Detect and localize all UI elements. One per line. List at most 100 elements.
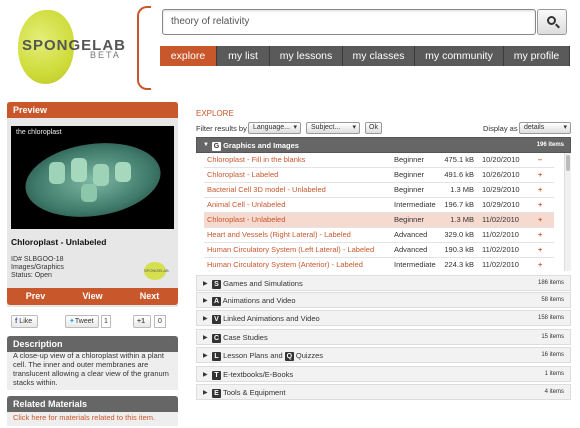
- cell-level: Beginner: [394, 185, 425, 194]
- resource-link[interactable]: Animal Cell - Unlabeled: [207, 198, 285, 212]
- filter-ok-button[interactable]: Ok: [365, 122, 382, 134]
- category-letter-icon: T: [212, 371, 221, 380]
- category-games-simulations[interactable]: ▶ S Games and Simulations 186 items: [196, 275, 571, 291]
- filter-label: Filter results by: [196, 124, 247, 133]
- cell-date: 10/26/2010: [482, 170, 520, 179]
- add-to-list-button[interactable]: –: [538, 153, 542, 167]
- tab-my-classes[interactable]: my classes: [343, 46, 415, 66]
- category-linked-animations[interactable]: ▶ V Linked Animations and Video 158 item…: [196, 310, 571, 326]
- category-animations-video[interactable]: ▶ A Animations and Video 58 items: [196, 292, 571, 308]
- table-row[interactable]: Bacterial Cell 3D model - Unlabeled Begin…: [204, 183, 554, 198]
- scroll-thumb[interactable]: [566, 155, 570, 171]
- table-row[interactable]: Human Circulatory System (Left Lateral) …: [204, 243, 554, 258]
- resource-link[interactable]: Chloroplast - Unlabeled: [207, 213, 285, 227]
- logo-beta-label: BETA: [90, 50, 121, 60]
- search-icon-handle: [555, 23, 560, 29]
- table-row[interactable]: Human Circulatory System (Anterior) - La…: [204, 258, 554, 271]
- category-lesson-plans-quizzes[interactable]: ▶ L Lesson Plans and Q Quizzes 16 items: [196, 347, 571, 363]
- category-title: Tools & Equipment: [222, 388, 286, 397]
- add-to-list-button[interactable]: +: [538, 198, 542, 212]
- preview-pager: Prev View Next: [7, 288, 178, 305]
- add-to-list-button[interactable]: +: [538, 258, 542, 271]
- category-title: E-textbooks/E-Books: [223, 370, 294, 379]
- tweet-count: 1: [101, 315, 111, 328]
- preview-title: Preview: [7, 102, 178, 118]
- related-link[interactable]: Click here for materials related to this…: [13, 413, 155, 422]
- cell-size: 196.7 kB: [444, 200, 474, 209]
- category-letter-icon: Q: [284, 352, 294, 361]
- tweet-label: Tweet: [74, 318, 94, 325]
- cell-level: Intermediate: [394, 200, 436, 209]
- results-scrollbar[interactable]: [564, 153, 571, 271]
- view-button[interactable]: View: [64, 288, 121, 305]
- category-graphics-images[interactable]: ▼ G Graphics and Images 196 items: [196, 137, 571, 153]
- table-row[interactable]: Chloroplast - Labeled Beginner 491.6 kB 10/…: [204, 168, 554, 183]
- small-spongelab-logo: SPONGELAB: [144, 262, 169, 280]
- category-title: Games and Simulations: [223, 279, 303, 288]
- add-to-list-button[interactable]: +: [538, 213, 542, 227]
- category-letter-icon: V: [212, 315, 221, 324]
- category-letter-icon: A: [212, 297, 221, 306]
- resource-id: ID# SLBGOO-18: [11, 256, 64, 263]
- tab-my-lessons[interactable]: my lessons: [270, 46, 343, 66]
- results-table: Chloroplast - Fill in the blanks Beginner…: [204, 153, 565, 271]
- cell-size: 475.1 kB: [444, 155, 474, 164]
- resource-link[interactable]: Human Circulatory System (Anterior) - La…: [207, 258, 363, 271]
- category-letter-icon: L: [212, 352, 221, 361]
- tweet-button[interactable]: ✦Tweet: [65, 315, 99, 328]
- cell-level: Advanced: [394, 230, 428, 239]
- expand-arrow-icon: ▶: [203, 390, 208, 396]
- category-etextbooks[interactable]: ▶ T E-textbooks/E-Books 1 items: [196, 366, 571, 382]
- main-nav: explore my list my lessons my classes my…: [160, 46, 570, 66]
- category-count: 186 items: [537, 280, 564, 286]
- category-count: 1 items: [544, 371, 564, 377]
- display-as-label: Display as: [483, 124, 518, 133]
- category-title: Lesson Plans and: [223, 351, 283, 360]
- expand-arrow-icon: ▶: [203, 316, 208, 322]
- resource-link[interactable]: Chloroplast - Labeled: [207, 168, 278, 182]
- search-button[interactable]: [537, 9, 567, 35]
- facebook-icon: f: [15, 318, 18, 325]
- granum-stack: [115, 162, 131, 182]
- add-to-list-button[interactable]: +: [538, 243, 542, 257]
- category-letter-icon: C: [212, 334, 221, 343]
- category-tools-equipment[interactable]: ▶ E Tools & Equipment 4 items: [196, 384, 571, 400]
- cell-size: 224.3 kB: [444, 260, 474, 269]
- table-row[interactable]: Animal Cell - Unlabeled Intermediate 196.7…: [204, 198, 554, 213]
- resource-link[interactable]: Chloroplast - Fill in the blanks: [207, 153, 305, 167]
- display-select[interactable]: details: [519, 122, 571, 134]
- subject-select[interactable]: Subject...: [306, 122, 360, 134]
- cell-date: 11/02/2010: [482, 230, 519, 239]
- search-input[interactable]: theory of relativity: [162, 9, 536, 35]
- resource-link[interactable]: Heart and Vessels (Right Lateral) - Labe…: [207, 228, 351, 242]
- add-to-list-button[interactable]: +: [538, 168, 542, 182]
- tab-my-profile[interactable]: my profile: [504, 46, 570, 66]
- preview-image[interactable]: the chloroplast: [11, 126, 174, 229]
- tab-my-community[interactable]: my community: [415, 46, 504, 66]
- resource-link[interactable]: Bacterial Cell 3D model - Unlabeled: [207, 183, 326, 197]
- plus-one-count: 0: [154, 315, 166, 328]
- table-row[interactable]: Chloroplast - Unlabeled Beginner 1.3 MB 11/…: [204, 213, 554, 228]
- cell-level: Advanced: [394, 245, 428, 254]
- plus-one-button[interactable]: +1: [133, 315, 151, 328]
- tab-explore[interactable]: explore: [160, 46, 217, 66]
- category-title: Graphics and Images: [223, 141, 299, 150]
- tab-my-list[interactable]: my list: [217, 46, 270, 66]
- facebook-like-button[interactable]: f Like: [11, 315, 38, 328]
- table-row[interactable]: Chloroplast - Fill in the blanks Beginner…: [204, 153, 554, 168]
- resource-type: Images/Graphics: [11, 264, 64, 271]
- resource-name: Chloroplast - Unlabeled: [11, 237, 107, 247]
- description-text: A close-up view of a chloroplast within …: [13, 351, 169, 387]
- resource-link[interactable]: Human Circulatory System (Left Lateral) …: [207, 243, 374, 257]
- category-case-studies[interactable]: ▶ C Case Studies 15 items: [196, 329, 571, 345]
- table-row[interactable]: Heart and Vessels (Right Lateral) - Labe…: [204, 228, 554, 243]
- category-title: Case Studies: [223, 333, 268, 342]
- language-select[interactable]: Language...: [248, 122, 301, 134]
- prev-button[interactable]: Prev: [7, 288, 64, 305]
- category-count: 196 items: [536, 142, 564, 148]
- granum-stack: [81, 184, 97, 202]
- next-button[interactable]: Next: [121, 288, 178, 305]
- add-to-list-button[interactable]: +: [538, 183, 542, 197]
- cell-date: 10/20/2010: [482, 155, 520, 164]
- add-to-list-button[interactable]: +: [538, 228, 542, 242]
